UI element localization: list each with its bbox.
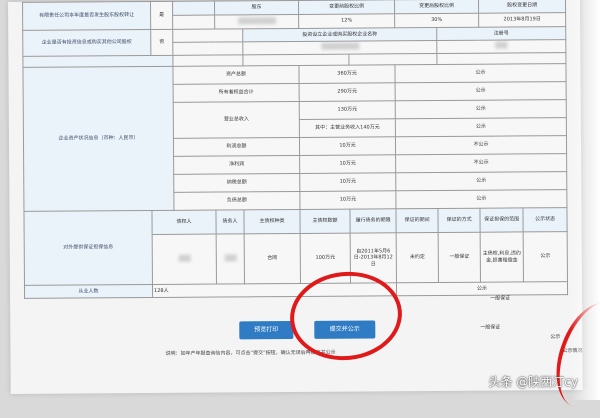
asset-status: 不公示 [395,153,567,173]
guarantee-method: 一般保证 [438,232,481,283]
invest-label: 企业是否有投资信息或购买其他公司股权 [22,29,151,57]
assets-label: 企业资产状况信息（币种：人民币） [22,66,174,212]
guarantee-status: 公示 [523,231,568,282]
asset-name: 利润总额 [173,137,300,157]
guarantee-period: 未约定 [396,232,439,283]
equity-col-before: 变更前股权比例 [298,0,395,15]
equity-col-holder: 股东 [214,0,299,16]
guarantee-type: 合同 [244,233,301,284]
equity-before: 12% [298,13,395,29]
asset-value: 10万元 [299,154,396,174]
invest-col-reg: 注册号 [436,26,566,41]
equity-change-value: 是 [150,1,173,30]
asset-name: 负债总额 [173,191,300,211]
creditor-redacted [152,234,217,285]
guarantee-col: 主债权种类 [243,209,301,234]
asset-value: 10万元 [299,190,396,210]
asset-status: 公示 [395,117,567,137]
equity-date: 2013年8月19日 [478,12,566,28]
guarantee-label: 对外提供保证担保信息 [23,210,153,286]
equity-after: 30% [394,13,479,28]
guarantee-col: 债务人 [215,209,245,235]
invest-reg-redacted [436,39,566,54]
asset-value: 130万元 [299,100,396,120]
guarantee-scope: 主债权,利息,违约金,损害赔偿金 [480,231,524,283]
equity-change-label: 有限责任公司本年度是否发生股东股权转让 [22,1,151,31]
asset-status: 公示 [395,171,567,191]
asset-value: 10万元 [299,136,396,156]
equity-col-date: 股权变更日期 [478,0,566,14]
fragment-text: 公示 [550,334,561,341]
invest-value: 否 [150,29,173,56]
asset-name: 所有者权益合计 [173,83,300,103]
guarantee-col: 公示状态 [523,207,568,232]
preview-print-button[interactable]: 预览打印 [239,321,294,340]
guarantee-col: 保证的方式 [437,208,481,233]
equity-holder-redacted [214,14,299,30]
asset-value: 其中：主营业务收入140万元 [299,118,396,138]
asset-value: 360万元 [298,64,396,84]
asset-status: 公示 [395,189,568,209]
headcount-label: 从业人数 [24,284,153,299]
debtor-redacted [216,233,245,285]
asset-name: 净利润 [173,155,300,175]
guarantee-col: 主债权数额 [299,209,351,234]
asset-status: 公示 [395,81,567,101]
asset-value: 290万元 [299,82,396,102]
guarantee-col: 履行债务的期限 [349,208,397,234]
headcount-status: 公示 [396,281,568,296]
guarantee-col: 债权人 [151,210,217,235]
asset-status: 公示 [394,63,567,83]
asset-value: 10万元 [299,172,396,192]
asset-name: 纳税总额 [173,173,300,193]
watermark: 头条 @陕西汀cy [488,375,578,389]
asset-name: 营业总收入 [173,101,300,139]
asset-status: 不公示 [395,135,567,155]
asset-status: 公示 [395,99,567,119]
fragment-text: 一般保证 [480,324,501,331]
guarantee-col: 保证的期间 [395,208,439,233]
fragment-text: 一般保证 [490,295,511,302]
annual-report-form: 有限责任公司本年度是否发生股东股权转让 是 股东 变更前股权比例 变更后股权比例… [22,0,568,299]
equity-col-after: 变更后股权比例 [394,0,479,14]
asset-name: 资产总额 [172,65,300,85]
guarantee-col: 保证担保的范围 [480,207,524,233]
